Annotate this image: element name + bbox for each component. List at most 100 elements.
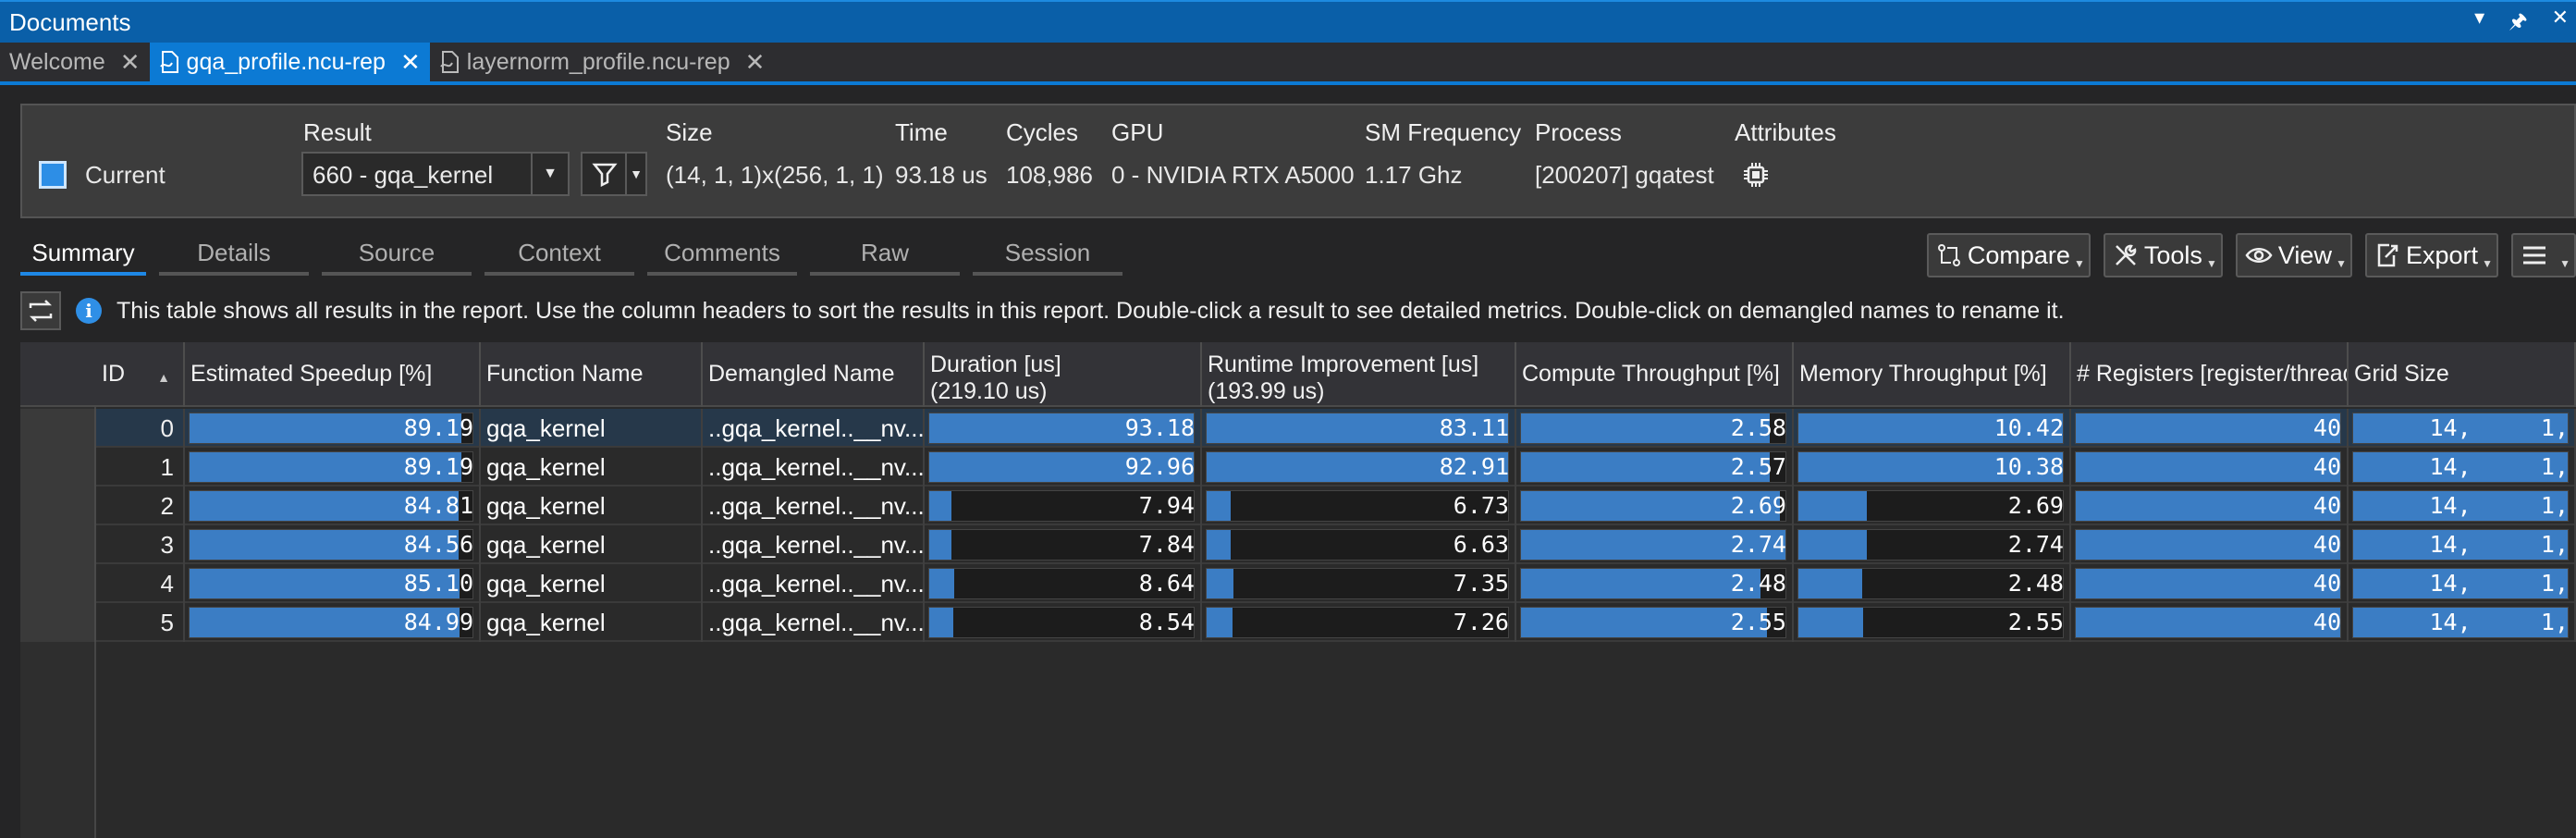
table-row[interactable]: 5 84.99 gqa_kernel ..gqa_kernel..__nv... 8.5…: [20, 603, 2576, 642]
table-row[interactable]: 0 89.19 gqa_kernel ..gqa_kernel..__nv... 93.…: [20, 409, 2576, 448]
row-header[interactable]: [20, 603, 96, 642]
refresh-button[interactable]: [20, 291, 61, 330]
tab-source[interactable]: Source: [322, 233, 472, 276]
table-cell-ct: 2.69: [1516, 487, 1794, 525]
value-bar-fill: [1207, 569, 1233, 598]
table-cell-rt: 7.35: [1202, 564, 1516, 603]
cell-value: 92.96: [1124, 453, 1195, 480]
table-cell-fn: gqa_kernel: [481, 409, 703, 448]
tab-comments[interactable]: Comments: [647, 233, 797, 276]
results-table: ID ▲ Estimated Speedup [%] Function Name Dem…: [20, 342, 2576, 838]
tab-welcome[interactable]: Welcome ✕: [0, 43, 150, 81]
row-header[interactable]: [20, 409, 96, 448]
value-bar-fill: [929, 569, 954, 598]
cell-value: 2.48: [2007, 570, 2064, 597]
cycles-value: 108,986: [1006, 161, 1093, 189]
value-bar-fill: [1798, 569, 1862, 598]
column-header-registers[interactable]: # Registers [register/thread]: [2071, 342, 2349, 407]
cell-value: 2.74: [2007, 531, 2064, 558]
table-cell-ct: 2.58: [1516, 409, 1794, 448]
gpu-value: 0 - NVIDIA RTX A5000: [1111, 161, 1355, 189]
cell-value: 14, 1,: [2429, 453, 2569, 480]
close-icon[interactable]: ✕: [2552, 6, 2569, 41]
tab-raw[interactable]: Raw: [810, 233, 960, 276]
column-header-label: Function Name: [486, 361, 644, 387]
table-row[interactable]: 4 85.10 gqa_kernel ..gqa_kernel..__nv... 8.6…: [20, 564, 2576, 603]
table-row[interactable]: 2 84.81 gqa_kernel ..gqa_kernel..__nv... 7.9…: [20, 487, 2576, 525]
tab-summary[interactable]: Summary: [20, 233, 146, 276]
chevron-down-icon[interactable]: ▼: [625, 154, 645, 194]
table-cell-id: 2: [96, 487, 185, 525]
close-icon[interactable]: ✕: [400, 48, 421, 77]
close-icon[interactable]: ✕: [120, 48, 141, 77]
cell-value: 0: [160, 414, 174, 442]
info-icon: i: [76, 298, 102, 324]
cell-value: gqa_kernel: [486, 609, 606, 636]
tab-layernorm-profile[interactable]: layernorm_profile.ncu-rep ✕: [430, 43, 775, 81]
result-select[interactable]: 660 - gqa_kernel ▼: [301, 152, 570, 196]
cell-value: 2.55: [2007, 609, 2064, 635]
row-header[interactable]: [20, 564, 96, 603]
row-header[interactable]: [20, 448, 96, 487]
cell-value: 84.81: [403, 492, 473, 519]
column-header-label: Demangled Name: [708, 361, 895, 387]
table-row[interactable]: 3 84.56 gqa_kernel ..gqa_kernel..__nv... 7.8…: [20, 525, 2576, 564]
tab-gqa-profile[interactable]: gqa_profile.ncu-rep ✕: [149, 43, 430, 81]
column-header-function-name[interactable]: Function Name: [481, 342, 703, 407]
value-bar-fill: [2076, 491, 2340, 521]
column-header-grid-size[interactable]: Grid Size: [2349, 342, 2576, 407]
cell-value: 14, 1,: [2429, 531, 2569, 558]
table-cell-dur: 7.84: [925, 525, 1202, 564]
value-bar-fill: [929, 608, 954, 637]
cell-value: 85.10: [403, 570, 473, 597]
column-header-demangled-name[interactable]: Demangled Name: [703, 342, 925, 407]
column-header-estimated-speedup[interactable]: Estimated Speedup [%]: [185, 342, 481, 407]
value-bar-fill: [1798, 530, 1868, 560]
column-header-memory-throughput[interactable]: Memory Throughput [%]: [1794, 342, 2071, 407]
pin-icon[interactable]: 🖈: [2509, 6, 2527, 41]
column-header-compute-throughput[interactable]: Compute Throughput [%]: [1516, 342, 1794, 407]
current-color-swatch[interactable]: [39, 161, 67, 189]
sort-ascending-icon[interactable]: ▲: [157, 364, 170, 391]
table-cell-id: 1: [96, 448, 185, 487]
chevron-down-icon: ▼: [2482, 257, 2493, 270]
cell-value: 2: [160, 492, 174, 520]
chip-icon[interactable]: [1742, 161, 1770, 189]
view-button[interactable]: View ▼: [2235, 233, 2352, 277]
compare-button[interactable]: Compare ▼: [1926, 233, 2091, 277]
column-header-duration[interactable]: Duration [us] (219.10 us): [925, 342, 1202, 407]
cell-value: gqa_kernel: [486, 453, 606, 481]
size-value: (14, 1, 1)x(256, 1, 1): [666, 161, 884, 189]
process-value: [200207] gqatest: [1535, 161, 1714, 189]
column-header-runtime-improvement[interactable]: Runtime Improvement [us] (193.99 us): [1202, 342, 1516, 407]
view-label: View: [2277, 240, 2332, 269]
tools-button[interactable]: Tools ▼: [2103, 233, 2223, 277]
chevron-down-icon: ▼: [2073, 257, 2085, 270]
chevron-down-icon[interactable]: ▼: [531, 154, 568, 194]
tab-label: gqa_profile.ncu-rep: [186, 48, 386, 75]
value-bar-fill: [1798, 491, 1868, 521]
table-cell-dem: ..gqa_kernel..__nv...: [703, 564, 925, 603]
table-cell-reg: 40: [2071, 448, 2349, 487]
export-button[interactable]: Export ▼: [2364, 233, 2498, 277]
menu-button[interactable]: ▼: [2511, 233, 2576, 277]
tab-session[interactable]: Session: [973, 233, 1122, 276]
table-cell-reg: 40: [2071, 603, 2349, 642]
time-label: Time: [895, 118, 948, 146]
dropdown-icon[interactable]: ▾: [2474, 6, 2484, 41]
cell-value: ..gqa_kernel..__nv...: [708, 609, 925, 636]
cell-value: 7.84: [1138, 531, 1195, 558]
tab-details[interactable]: Details: [159, 233, 309, 276]
row-header[interactable]: [20, 525, 96, 564]
table-cell-grid: 14, 1,: [2349, 525, 2576, 564]
close-icon[interactable]: ✕: [745, 48, 766, 77]
window-title: Documents: [9, 7, 131, 36]
row-header[interactable]: [20, 487, 96, 525]
filter-button[interactable]: ▼: [581, 152, 647, 196]
column-header-label: # Registers [register/thread]: [2077, 361, 2349, 387]
table-row[interactable]: 1 89.19 gqa_kernel ..gqa_kernel..__nv... 92.…: [20, 448, 2576, 487]
value-bar-track: [2075, 568, 2341, 599]
column-header-id[interactable]: ID ▲: [96, 342, 185, 407]
tab-context[interactable]: Context: [485, 233, 634, 276]
export-label: Export: [2405, 240, 2478, 269]
